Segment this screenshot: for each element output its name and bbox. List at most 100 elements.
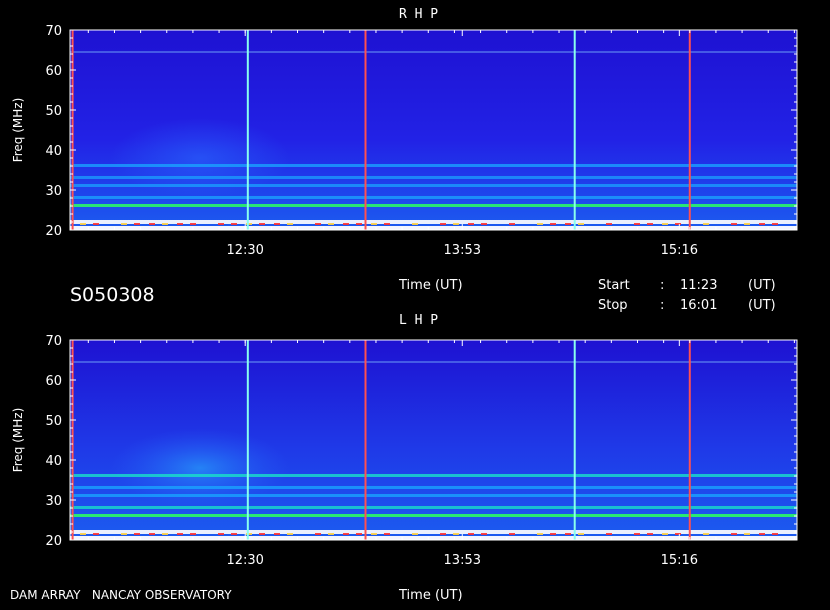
emission-speckle (703, 223, 709, 225)
emission-speckle (231, 223, 237, 225)
emission-speckle (731, 533, 737, 535)
emission-speckle (190, 533, 196, 535)
emission-speckle (328, 223, 334, 225)
emission-band (70, 226, 797, 230)
emission-speckle (93, 223, 99, 225)
emission-speckle (468, 223, 474, 225)
y-tick-label: 30 (45, 494, 62, 509)
emission-speckle (177, 533, 183, 535)
emission-speckle (259, 533, 265, 535)
emission-speckle (509, 533, 515, 535)
emission-speckle (578, 223, 584, 225)
emission-speckle (759, 533, 765, 535)
emission-speckle (550, 533, 556, 535)
lhp-title: L H P (399, 313, 439, 328)
stop-value: 16:01 (680, 298, 718, 313)
emission-speckle (675, 223, 681, 225)
stop-separator: : (660, 298, 665, 313)
y-axis-label: Freq (MHz) (11, 98, 25, 163)
emission-speckle (731, 223, 737, 225)
emission-speckle (149, 223, 155, 225)
emission-speckle (287, 533, 293, 535)
emission-speckle (744, 533, 750, 535)
x-tick-label: 12:30 (226, 243, 263, 258)
y-tick-label: 70 (45, 334, 62, 349)
emission-band (70, 486, 797, 489)
y-tick-label: 60 (45, 374, 62, 389)
emission-speckle (162, 223, 168, 225)
emission-speckle (606, 533, 612, 535)
emission-speckle (384, 533, 390, 535)
emission-speckle (744, 223, 750, 225)
emission-speckle (121, 223, 127, 225)
emission-speckle (703, 533, 709, 535)
emission-speckle (328, 533, 334, 535)
emission-speckle (759, 223, 765, 225)
emission-speckle (662, 223, 668, 225)
x-tick-label: 15:16 (661, 553, 698, 568)
emission-band (70, 184, 797, 187)
start-label: Start (598, 278, 630, 293)
emission-speckle (537, 223, 543, 225)
emission-speckle (509, 223, 515, 225)
emission-band (70, 474, 797, 477)
emission-speckle (565, 223, 571, 225)
x-tick-label: 12:30 (226, 553, 263, 568)
emission-speckle (647, 533, 653, 535)
emission-speckle (468, 533, 474, 535)
lhp-x-axis-label: Time (UT) (399, 588, 463, 603)
emission-band (70, 204, 797, 207)
emission-speckle (371, 533, 377, 535)
emission-speckle (80, 223, 86, 225)
emission-speckle (218, 223, 224, 225)
emission-band (70, 536, 797, 540)
emission-speckle (537, 533, 543, 535)
emission-speckle (550, 223, 556, 225)
emission-speckle (440, 533, 446, 535)
emission-band (70, 164, 797, 167)
emission-speckle (565, 533, 571, 535)
emission-speckle (177, 223, 183, 225)
emission-speckle (606, 223, 612, 225)
emission-speckle (149, 533, 155, 535)
emission-speckle (218, 533, 224, 535)
emission-band (70, 514, 797, 517)
emission-speckle (356, 223, 362, 225)
emission-speckle (634, 223, 640, 225)
emission-speckle (647, 223, 653, 225)
emission-band (70, 494, 797, 497)
emission-speckle (481, 223, 487, 225)
observation-id: S050308 (70, 284, 155, 306)
emission-speckle (481, 533, 487, 535)
emission-speckle (315, 533, 321, 535)
emission-speckle (80, 533, 86, 535)
emission-speckle (453, 223, 459, 225)
emission-band (70, 506, 797, 509)
emission-speckle (190, 223, 196, 225)
emission-speckle (343, 533, 349, 535)
emission-speckle (356, 533, 362, 535)
spectrogram-panel-rhp: 20 30 40 50 60 70 12:30 13:53 15:16 Freq (MHz) (11, 24, 798, 258)
emission-speckle (772, 533, 778, 535)
y-tick-label: 40 (45, 144, 62, 159)
emission-speckle (343, 223, 349, 225)
emission-speckle (134, 223, 140, 225)
x-tick-label: 13:53 (444, 243, 481, 258)
emission-speckle (315, 223, 321, 225)
emission-speckle (675, 533, 681, 535)
y-tick-label: 50 (45, 414, 62, 429)
x-tick-label: 15:16 (661, 243, 698, 258)
y-tick-label: 20 (45, 224, 62, 239)
emission-speckle (231, 533, 237, 535)
emission-speckle (578, 533, 584, 535)
emission-speckle (772, 223, 778, 225)
emission-band (70, 176, 797, 179)
y-tick-label: 20 (45, 534, 62, 549)
rhp-title: R H P (399, 7, 439, 22)
rhp-x-axis-label: Time (UT) (399, 278, 463, 293)
y-tick-label: 60 (45, 64, 62, 79)
footer-label: DAM ARRAY NANCAY OBSERVATORY (10, 588, 232, 602)
y-tick-label: 40 (45, 454, 62, 469)
stop-label: Stop (598, 298, 628, 313)
emission-speckle (93, 533, 99, 535)
